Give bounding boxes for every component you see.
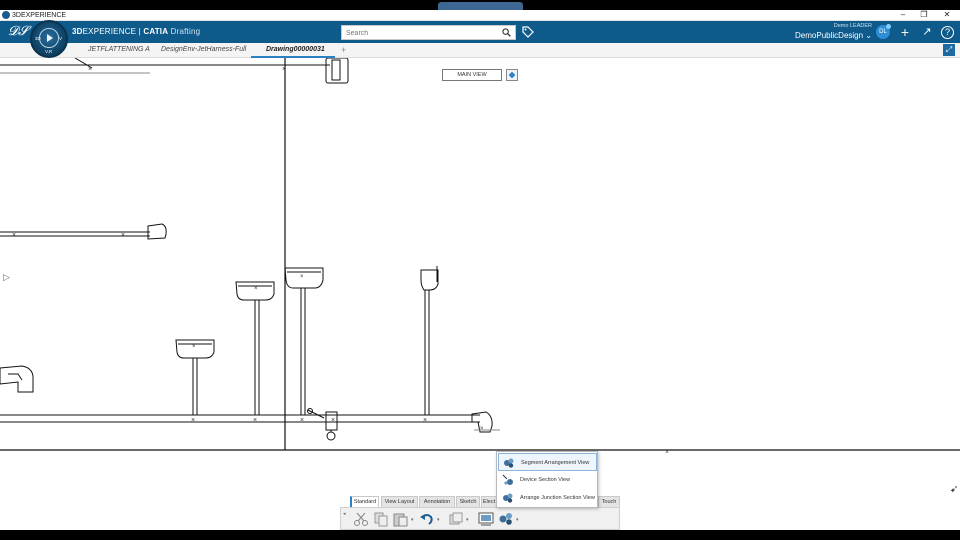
junction-section-icon [503, 493, 513, 503]
search-box[interactable] [341, 25, 516, 40]
view-frame-icon[interactable] [506, 69, 518, 81]
brand-bold: 3D [72, 27, 83, 36]
menu-item-label: Device Section View [520, 477, 571, 483]
svg-text:×: × [12, 232, 16, 239]
svg-text:×: × [331, 417, 335, 424]
tab-touch[interactable]: Touch [598, 496, 620, 507]
view-layout-dropdown-icon[interactable]: ▾ [466, 517, 469, 523]
svg-text:×: × [300, 274, 304, 280]
collab-space-selector[interactable]: DemoPublicDesign ⌄ [780, 30, 872, 41]
brand-app: Drafting [170, 27, 201, 36]
cut-icon[interactable] [353, 511, 369, 527]
undo-icon[interactable] [419, 511, 435, 527]
document-tabs-bar: JETFLATTENING A DesignEnv-JetHarness-Ful… [0, 43, 960, 58]
menu-item-segment-arrangement-view[interactable]: Segment Arrangement View [498, 453, 597, 471]
tab-electrical[interactable]: Elect [481, 496, 497, 507]
copy-icon[interactable] [373, 511, 389, 527]
compass-widget[interactable]: 3D V V,R [30, 20, 68, 58]
svg-text:×: × [191, 417, 195, 424]
ds-logo-icon[interactable]: 𝓓𝓢 [8, 24, 28, 40]
compass-vr-label: V,R [45, 49, 53, 54]
menu-item-label: Segment Arrangement View [521, 460, 590, 466]
views-dropdown-icon[interactable]: ▾ [516, 517, 519, 523]
top-band [0, 0, 960, 10]
svg-text:×: × [253, 417, 257, 424]
bottom-band [0, 530, 960, 540]
menu-item-device-section-view[interactable]: Device Section View [498, 471, 597, 489]
panel-toggle-icon[interactable]: ▷ [3, 272, 10, 283]
view-command-popup: Segment Arrangement View Device Section … [496, 451, 598, 508]
add-icon[interactable]: + [897, 24, 913, 40]
window-titlebar: 3DEXPERIENCE – ❐ ✕ [0, 10, 960, 21]
segment-view-icon[interactable] [478, 511, 494, 527]
tab-annotation[interactable]: Annotation [419, 496, 455, 507]
minimize-button[interactable]: – [896, 10, 910, 21]
avatar[interactable]: DL [876, 24, 891, 39]
tab-jetflattening[interactable]: JETFLATTENING A [88, 43, 150, 58]
action-bar-collapse-icon[interactable]: ◂ [343, 511, 346, 517]
undo-dropdown-icon[interactable]: ▾ [437, 517, 440, 523]
help-icon[interactable]: ? [941, 26, 954, 39]
svg-text:×: × [300, 417, 304, 424]
svg-text:×: × [121, 232, 125, 239]
taskbar-glow [438, 2, 523, 10]
drawing-sheet[interactable]: × × × × × × × × × × × × × × [0, 58, 960, 530]
tab-drawing[interactable]: Drawing00000031 [251, 43, 335, 58]
restore-button[interactable]: ❐ [917, 10, 931, 21]
app-icon [2, 11, 10, 19]
svg-text:×: × [254, 286, 258, 292]
add-tab-button[interactable]: + [341, 43, 346, 57]
segment-arrangement-icon [504, 458, 514, 468]
svg-text:×: × [665, 449, 669, 456]
compass-play-icon[interactable] [47, 34, 53, 42]
search-icon[interactable] [502, 28, 511, 37]
tab-sketch[interactable]: Sketch [456, 496, 480, 507]
app-header: 𝓓𝓢 3DEXPERIENCE | CATIA Drafting Demo LE… [0, 21, 960, 43]
menu-item-arrange-junction-section-view[interactable]: Arrange Junction Section View [498, 489, 597, 507]
close-button[interactable]: ✕ [940, 10, 954, 21]
search-input[interactable] [346, 27, 496, 39]
tab-standard[interactable]: Standard [350, 496, 379, 507]
paste-dropdown-icon[interactable]: ▾ [411, 517, 414, 523]
tag-icon[interactable] [521, 25, 535, 39]
share-icon[interactable]: ↗ [919, 24, 935, 40]
tab-view-layout[interactable]: View Layout [381, 496, 418, 507]
fullscreen-icon[interactable]: ⤢ [943, 44, 955, 56]
user-name: Demo LEADER [833, 23, 872, 29]
compass-3d-label: 3D [35, 36, 41, 41]
views-icon[interactable] [498, 511, 514, 527]
main-view-frame[interactable]: MAIN VIEW [442, 69, 502, 81]
pointer-icon: ➹ [950, 484, 959, 495]
brand-rest: EXPERIENCE | [82, 27, 144, 36]
app-window: 3DEXPERIENCE – ❐ ✕ 𝓓𝓢 3DEXPERIENCE | CAT… [0, 0, 960, 540]
drawing-canvas[interactable]: × × × × × × × × × × × × × × MAIN VIEW ▷ … [0, 58, 960, 530]
user-info[interactable]: Demo LEADER DemoPublicDesign ⌄ [780, 23, 872, 41]
svg-text:×: × [88, 66, 92, 73]
view-layout-icon[interactable] [448, 511, 464, 527]
brand-product: CATIA [143, 27, 169, 36]
svg-text:×: × [423, 417, 427, 424]
tab-designenv[interactable]: DesignEnv-JetHarness-Full [161, 43, 246, 58]
svg-text:×: × [480, 426, 484, 432]
action-bar: ◂ ▾ ▾ ▾ ▾ [340, 507, 620, 530]
svg-text:×: × [282, 66, 286, 73]
compass-v-label: V [59, 36, 63, 41]
brand-title: 3DEXPERIENCE | CATIA Drafting [72, 27, 200, 37]
svg-text:×: × [192, 344, 196, 350]
device-section-icon [502, 474, 513, 485]
window-title: 3DEXPERIENCE [12, 12, 67, 19]
paste-icon[interactable] [392, 511, 408, 527]
menu-item-label: Arrange Junction Section View [520, 495, 595, 501]
